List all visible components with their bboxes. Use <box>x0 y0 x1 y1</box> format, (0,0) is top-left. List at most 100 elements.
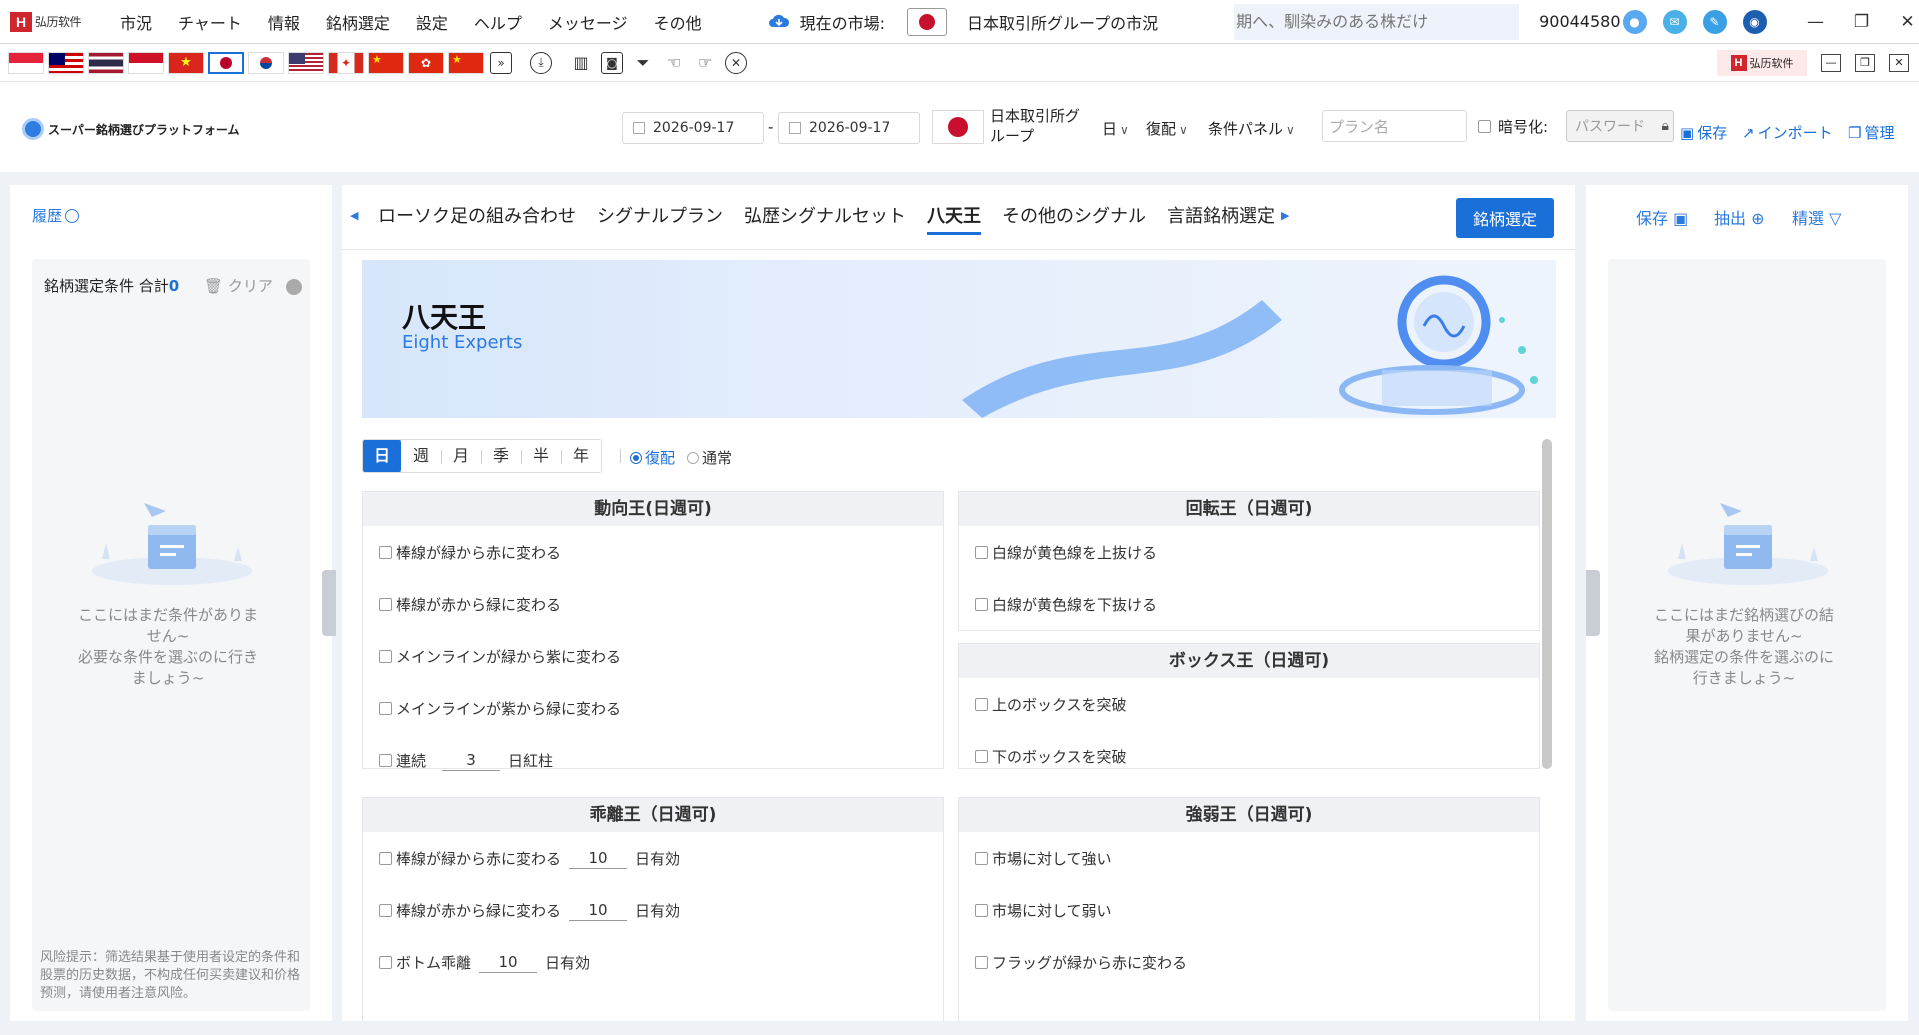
condition-checkbox[interactable] <box>379 753 392 767</box>
history-link[interactable]: 履歴 <box>32 205 80 226</box>
radio-adjusted[interactable] <box>630 451 642 464</box>
tab-eight-experts[interactable]: 八天王 <box>927 199 981 235</box>
condition-row[interactable]: 棒線が赤から緑に変わる 10 日有効 <box>363 884 943 936</box>
period-week[interactable]: 週 <box>401 440 441 472</box>
flag-japan-icon[interactable] <box>208 51 244 74</box>
collapse-left-handle[interactable] <box>322 570 336 636</box>
camera-icon[interactable]: ◙ <box>601 51 623 74</box>
menu-other[interactable]: その他 <box>654 10 702 34</box>
condition-row[interactable]: メインラインが緑から紫に変わる <box>363 630 943 682</box>
tab-candlestick-combo[interactable]: ローソク足の組み合わせ <box>378 199 576 235</box>
end-date-input[interactable]: 2026-09-17 <box>778 112 920 144</box>
flag-malaysia-icon[interactable] <box>48 51 84 74</box>
service-icon[interactable]: ◉ <box>1742 9 1767 34</box>
sub-close-icon[interactable]: ✕ <box>1889 53 1909 72</box>
radio-normal[interactable] <box>687 451 700 464</box>
flag-usa-icon[interactable] <box>288 51 324 74</box>
settings-gear-icon[interactable] <box>286 279 302 295</box>
period-select[interactable]: 日 ∨ <box>1102 118 1129 139</box>
condition-checkbox[interactable] <box>379 955 392 969</box>
condition-row[interactable]: 上のボックスを突破 <box>959 678 1539 730</box>
flag-china-icon[interactable]: ★ <box>368 51 404 74</box>
save-plan-button[interactable]: ▣ 保存 <box>1680 122 1727 143</box>
exchange-flag-jp[interactable] <box>932 110 984 144</box>
period-quarter[interactable]: 季 <box>481 440 521 472</box>
tab-scroll-left-icon[interactable]: ◀ <box>350 209 358 222</box>
condition-row[interactable]: フラッグが緑から赤に変わる <box>959 936 1539 988</box>
menu-stock-select[interactable]: 銘柄選定 <box>326 10 390 34</box>
sub-minimize-icon[interactable]: — <box>1821 53 1841 72</box>
condition-checkbox[interactable] <box>975 697 988 711</box>
tool-icon[interactable]: ✎ <box>1702 9 1727 34</box>
condition-row[interactable]: 棒線が緑から赤に変わる <box>363 526 943 578</box>
bar-chart-icon[interactable]: ▥ <box>570 52 592 74</box>
flag-indonesia-icon[interactable] <box>128 51 164 74</box>
condition-row[interactable]: 白線が黄色線を下抜ける <box>959 578 1539 630</box>
period-half[interactable]: 半 <box>521 440 561 472</box>
menu-info[interactable]: 情報 <box>268 10 300 34</box>
condition-checkbox[interactable] <box>975 955 988 969</box>
cloud-sync-icon[interactable]: ⤓ <box>530 51 552 74</box>
run-selection-button[interactable]: 銘柄選定 <box>1456 198 1554 238</box>
menu-settings[interactable]: 設定 <box>416 10 448 34</box>
menu-market[interactable]: 市況 <box>120 10 152 34</box>
condition-checkbox[interactable] <box>975 851 988 865</box>
filter-icon[interactable]: ⏷ <box>632 52 654 74</box>
restore-icon[interactable]: ❐ <box>1853 12 1871 32</box>
manage-button[interactable]: ❐ 管理 <box>1848 122 1894 143</box>
condition-row[interactable]: 下のボックスを突破 <box>959 730 1539 782</box>
condition-checkbox[interactable] <box>379 649 392 663</box>
condition-panel-select[interactable]: 条件パネル ∨ <box>1208 118 1295 139</box>
condition-checkbox[interactable] <box>379 545 392 559</box>
tab-hongli-signal-set[interactable]: 弘歴シグナルセット <box>744 199 906 235</box>
menu-chart[interactable]: チャート <box>178 10 242 34</box>
period-year[interactable]: 年 <box>561 440 601 472</box>
menu-help[interactable]: ヘルプ <box>474 10 522 34</box>
collapse-right-handle[interactable] <box>1586 570 1600 636</box>
extract-button[interactable]: 抽出 ⊕ <box>1714 205 1765 229</box>
condition-row[interactable]: 棒線が緑から赤に変わる 10 日有効 <box>363 832 943 884</box>
condition-row[interactable]: ボトム乖離 10 日有効 <box>363 936 943 988</box>
flag-thailand-icon[interactable] <box>88 51 124 74</box>
message-icon[interactable]: ✉ <box>1662 9 1687 34</box>
condition-checkbox[interactable] <box>975 597 988 611</box>
import-button[interactable]: ↗ インポート <box>1742 122 1833 143</box>
condition-checkbox[interactable] <box>975 749 988 763</box>
close-circle-icon[interactable]: ✕ <box>725 51 747 74</box>
adjust-select[interactable]: 復配 ∨ <box>1146 118 1188 139</box>
menu-messages[interactable]: メッセージ <box>548 10 628 34</box>
flag-vietnam-icon[interactable]: ★ <box>168 51 204 74</box>
condition-row[interactable]: メインラインが紫から緑に変わる <box>363 682 943 734</box>
cloud-download-icon[interactable] <box>768 11 790 33</box>
condition-row[interactable]: 白線が黄色線を上抜ける <box>959 526 1539 578</box>
flag-china-b-icon[interactable]: ★ <box>448 51 484 74</box>
condition-checkbox[interactable] <box>379 851 392 865</box>
flag-singapore-icon[interactable] <box>8 51 44 74</box>
condition-row[interactable]: 棒線が赤から緑に変わる <box>363 578 943 630</box>
condition-checkbox[interactable] <box>379 903 392 917</box>
tab-signal-plan[interactable]: シグナルプラン <box>597 199 723 235</box>
days-input[interactable]: 10 <box>569 899 628 921</box>
encrypt-checkbox[interactable] <box>1478 120 1491 133</box>
sub-restore-icon[interactable]: ❐ <box>1855 53 1875 72</box>
tab-language-select[interactable]: 言語銘柄選定 <box>1167 199 1275 235</box>
days-input[interactable]: 3 <box>442 749 501 771</box>
days-input[interactable]: 10 <box>569 847 628 869</box>
clear-button[interactable]: 🗑︎ クリア <box>204 275 273 296</box>
close-window-icon[interactable]: ✕ <box>1899 12 1917 32</box>
content-scrollbar[interactable] <box>1542 439 1552 769</box>
password-input[interactable]: パスワード 🔒︎ <box>1566 110 1674 142</box>
flag-canada-icon[interactable]: ✦ <box>328 51 364 74</box>
start-date-input[interactable]: 2026-09-17 <box>622 112 764 144</box>
more-markets-icon[interactable]: » <box>490 51 512 74</box>
stock-search-input[interactable] <box>1234 3 1520 40</box>
condition-checkbox[interactable] <box>379 597 392 611</box>
period-day[interactable]: 日 <box>363 440 401 472</box>
condition-checkbox[interactable] <box>975 545 988 559</box>
tab-other-signals[interactable]: その他のシグナル <box>1002 199 1146 235</box>
market-flag-jp[interactable] <box>907 7 948 36</box>
refine-button[interactable]: 精選 ▽ <box>1792 205 1841 229</box>
hand-right-icon[interactable]: ☞ <box>694 52 716 74</box>
flag-hongkong-icon[interactable]: ✿ <box>408 51 444 74</box>
hand-point-icon[interactable]: ☜ <box>663 52 685 74</box>
